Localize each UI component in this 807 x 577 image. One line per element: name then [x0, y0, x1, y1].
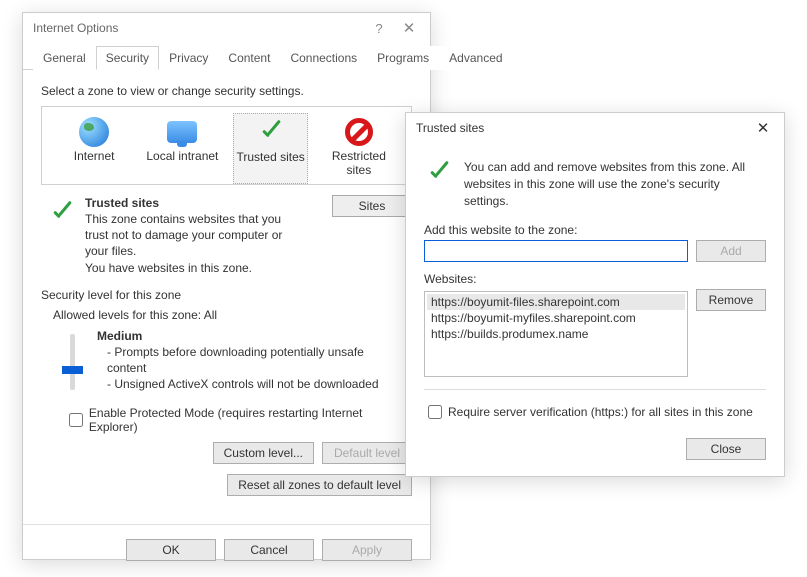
- add-button[interactable]: Add: [696, 240, 766, 262]
- popup-intro-text: You can add and remove websites from thi…: [464, 159, 766, 209]
- globe-icon: [79, 117, 109, 147]
- tab-privacy[interactable]: Privacy: [159, 46, 218, 70]
- zone-label: Internet: [57, 149, 132, 163]
- monitor-icon: [167, 121, 197, 143]
- protected-mode-label: Enable Protected Mode (requires restarti…: [89, 406, 412, 434]
- level-name: Medium: [97, 329, 142, 343]
- popup-title: Trusted sites: [416, 121, 748, 135]
- checkmark-icon: [256, 118, 286, 148]
- require-https-checkbox[interactable]: [428, 405, 442, 419]
- internet-options-window: Internet Options ? ✕ General Security Pr…: [22, 12, 431, 560]
- prohibit-icon: [345, 118, 373, 146]
- zone-label: Local intranet: [145, 149, 220, 163]
- cancel-button[interactable]: Cancel: [224, 539, 314, 561]
- security-level-row: Medium - Prompts before downloading pote…: [41, 328, 412, 393]
- close-button[interactable]: Close: [686, 438, 766, 460]
- level-bullet-2: - Unsigned ActiveX controls will not be …: [97, 377, 379, 391]
- checkmark-icon: [424, 159, 454, 189]
- zone-desc-line1: This zone contains websites that you tru…: [85, 211, 305, 260]
- websites-label: Websites:: [424, 272, 766, 286]
- close-icon[interactable]: ✕: [394, 19, 424, 37]
- zone-internet[interactable]: Internet: [57, 113, 132, 184]
- popup-footer: Close: [406, 438, 784, 476]
- add-website-row: Add: [424, 240, 766, 262]
- zone-restricted-sites[interactable]: Restricted sites: [321, 113, 396, 184]
- zone-desc-title: Trusted sites: [85, 196, 159, 210]
- apply-button[interactable]: Apply: [322, 539, 412, 561]
- zone-description: Trusted sites This zone contains website…: [85, 195, 332, 276]
- zone-label: Restricted sites: [321, 149, 396, 178]
- window-title: Internet Options: [33, 21, 364, 35]
- dialog-footer: OK Cancel Apply: [23, 525, 430, 577]
- content-area: Select a zone to view or change security…: [23, 70, 430, 506]
- level-buttons-row: Custom level... Default level: [41, 442, 412, 464]
- reset-all-zones-button[interactable]: Reset all zones to default level: [227, 474, 412, 496]
- allowed-levels-label: Allowed levels for this zone: All: [53, 308, 412, 322]
- slider-thumb[interactable]: [62, 366, 83, 374]
- zone-picker: Internet Local intranet Trusted sites Re…: [41, 106, 412, 185]
- protected-mode-row: Enable Protected Mode (requires restarti…: [65, 406, 412, 434]
- separator: [424, 389, 766, 390]
- list-item[interactable]: https://boyumit-myfiles.sharepoint.com: [427, 310, 685, 326]
- list-item[interactable]: https://boyumit-files.sharepoint.com: [427, 294, 685, 310]
- security-level-label: Security level for this zone: [41, 288, 412, 302]
- tab-strip: General Security Privacy Content Connect…: [23, 45, 430, 70]
- websites-row: https://boyumit-files.sharepoint.com htt…: [424, 289, 766, 377]
- sites-button[interactable]: Sites: [332, 195, 412, 217]
- zone-desc-line2: You have websites in this zone.: [85, 261, 252, 275]
- ok-button[interactable]: OK: [126, 539, 216, 561]
- protected-mode-checkbox[interactable]: [69, 413, 83, 427]
- titlebar: Internet Options ? ✕: [23, 13, 430, 43]
- help-icon[interactable]: ?: [364, 21, 394, 36]
- default-level-button[interactable]: Default level: [322, 442, 412, 464]
- tab-content[interactable]: Content: [218, 46, 280, 70]
- add-website-input[interactable]: [424, 240, 688, 262]
- security-slider[interactable]: [57, 334, 87, 393]
- zone-label: Trusted sites: [234, 150, 307, 164]
- custom-level-button[interactable]: Custom level...: [213, 442, 314, 464]
- tab-general[interactable]: General: [33, 46, 96, 70]
- zone-local-intranet[interactable]: Local intranet: [145, 113, 220, 184]
- level-bullet-1: - Prompts before downloading potentially…: [97, 344, 377, 376]
- list-item[interactable]: https://builds.produmex.name: [427, 326, 685, 342]
- zone-trusted-sites[interactable]: Trusted sites: [233, 113, 308, 184]
- tab-security[interactable]: Security: [96, 46, 159, 70]
- require-https-row: Require server verification (https:) for…: [424, 402, 766, 422]
- popup-titlebar: Trusted sites ✕: [406, 113, 784, 143]
- popup-intro-row: You can add and remove websites from thi…: [424, 159, 766, 209]
- popup-body: You can add and remove websites from thi…: [406, 143, 784, 438]
- checkmark-icon: [47, 199, 77, 229]
- select-zone-prompt: Select a zone to view or change security…: [41, 84, 412, 98]
- tab-connections[interactable]: Connections: [280, 46, 367, 70]
- level-description: Medium - Prompts before downloading pote…: [97, 328, 379, 393]
- trusted-sites-dialog: Trusted sites ✕ You can add and remove w…: [405, 112, 785, 477]
- websites-listbox[interactable]: https://boyumit-files.sharepoint.com htt…: [424, 291, 688, 377]
- add-website-label: Add this website to the zone:: [424, 223, 766, 237]
- tab-programs[interactable]: Programs: [367, 46, 439, 70]
- tab-advanced[interactable]: Advanced: [439, 46, 512, 70]
- close-icon[interactable]: ✕: [748, 119, 778, 137]
- zone-description-row: Trusted sites This zone contains website…: [41, 195, 412, 276]
- remove-button[interactable]: Remove: [696, 289, 766, 311]
- reset-row: Reset all zones to default level: [41, 474, 412, 496]
- require-https-label: Require server verification (https:) for…: [448, 405, 753, 419]
